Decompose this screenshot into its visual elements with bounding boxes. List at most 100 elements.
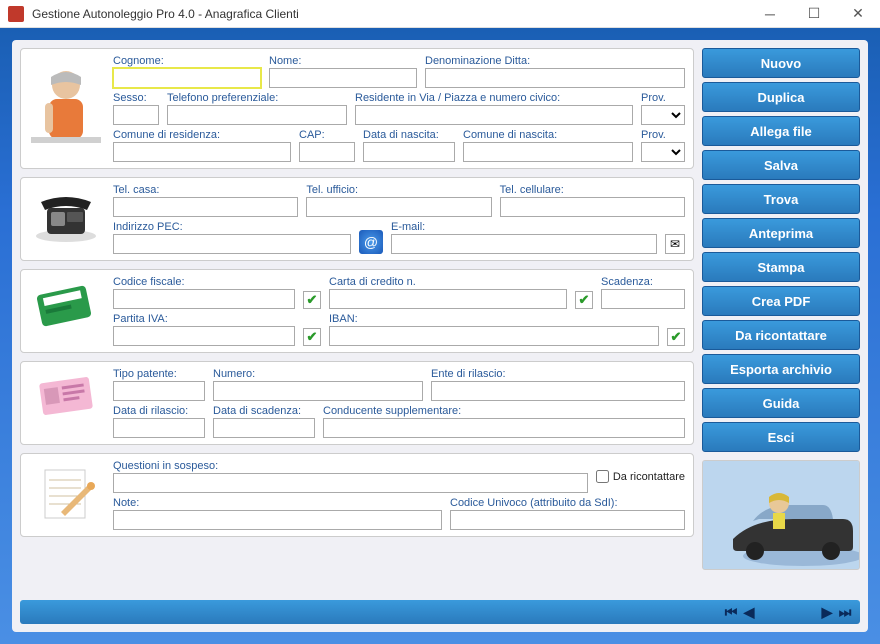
sidebar: Nuovo Duplica Allega file Salva Trova An… <box>702 48 860 594</box>
window-title: Gestione Autonoleggio Pro 4.0 - Anagrafi… <box>32 7 299 21</box>
check-carta-credito[interactable]: ✔ <box>575 291 593 309</box>
label-comune-res: Comune di residenza: <box>113 129 291 141</box>
label-conducente-supp: Conducente supplementare: <box>323 405 685 417</box>
input-denominazione[interactable] <box>425 68 685 88</box>
input-scadenza[interactable] <box>601 289 685 309</box>
label-nome: Nome: <box>269 55 417 67</box>
label-note: Note: <box>113 497 442 509</box>
label-sesso: Sesso: <box>113 92 159 104</box>
label-carta-credito: Carta di credito n. <box>329 276 567 288</box>
input-iban[interactable] <box>329 326 659 346</box>
person-image <box>29 55 103 162</box>
allega-file-button[interactable]: Allega file <box>702 116 860 146</box>
check-iban[interactable]: ✔ <box>667 328 685 346</box>
panel-personal: Cognome: Nome: Denominazione Ditta: <box>20 48 694 169</box>
label-tel-casa: Tel. casa: <box>113 184 298 196</box>
car-image <box>702 460 860 570</box>
label-da-ricontattare-chk: Da ricontattare <box>613 471 685 483</box>
label-comune-nascita: Comune di nascita: <box>463 129 633 141</box>
input-tel-ufficio[interactable] <box>306 197 491 217</box>
trova-button[interactable]: Trova <box>702 184 860 214</box>
license-image <box>29 368 103 438</box>
label-scadenza: Scadenza: <box>601 276 685 288</box>
input-sesso[interactable] <box>113 105 159 125</box>
select-prov1[interactable] <box>641 105 685 125</box>
nav-last-icon[interactable]: ⏭ <box>836 604 854 621</box>
nuovo-button[interactable]: Nuovo <box>702 48 860 78</box>
label-residente: Residente in Via / Piazza e numero civic… <box>355 92 633 104</box>
label-iban: IBAN: <box>329 313 659 325</box>
input-conducente-supp[interactable] <box>323 418 685 438</box>
panel-license: Tipo patente: Numero: Ente di rilascio: <box>20 361 694 445</box>
nav-next-icon[interactable]: ▶ <box>818 604 836 621</box>
stampa-button[interactable]: Stampa <box>702 252 860 282</box>
input-comune-nascita[interactable] <box>463 142 633 162</box>
email-button[interactable]: ✉ <box>665 234 685 254</box>
input-data-nascita[interactable] <box>363 142 455 162</box>
nav-first-icon[interactable]: ⏮ <box>722 604 740 621</box>
label-data-scadenza: Data di scadenza: <box>213 405 315 417</box>
crea-pdf-button[interactable]: Crea PDF <box>702 286 860 316</box>
label-prov2: Prov. <box>641 129 685 141</box>
checkbox-da-ricontattare[interactable] <box>596 470 609 483</box>
duplica-button[interactable]: Duplica <box>702 82 860 112</box>
input-codice-univoco[interactable] <box>450 510 685 530</box>
label-numero: Numero: <box>213 368 423 380</box>
input-questioni[interactable] <box>113 473 588 493</box>
titlebar: Gestione Autonoleggio Pro 4.0 - Anagrafi… <box>0 0 880 28</box>
check-partita-iva[interactable]: ✔ <box>303 328 321 346</box>
salva-button[interactable]: Salva <box>702 150 860 180</box>
input-tel-casa[interactable] <box>113 197 298 217</box>
select-prov2[interactable] <box>641 142 685 162</box>
label-cap: CAP: <box>299 129 355 141</box>
input-tipo-patente[interactable] <box>113 381 205 401</box>
input-data-rilascio[interactable] <box>113 418 205 438</box>
label-tel-cell: Tel. cellulare: <box>500 184 685 196</box>
anteprima-button[interactable]: Anteprima <box>702 218 860 248</box>
label-partita-iva: Partita IVA: <box>113 313 295 325</box>
input-ente[interactable] <box>431 381 685 401</box>
input-carta-credito[interactable] <box>329 289 567 309</box>
label-codice-fiscale: Codice fiscale: <box>113 276 295 288</box>
input-telefono-pref[interactable] <box>167 105 347 125</box>
label-data-rilascio: Data di rilascio: <box>113 405 205 417</box>
input-data-scadenza[interactable] <box>213 418 315 438</box>
label-tel-ufficio: Tel. ufficio: <box>306 184 491 196</box>
input-nome[interactable] <box>269 68 417 88</box>
label-data-nascita: Data di nascita: <box>363 129 455 141</box>
nav-prev-icon[interactable]: ◀ <box>740 604 758 621</box>
check-codice-fiscale[interactable]: ✔ <box>303 291 321 309</box>
input-partita-iva[interactable] <box>113 326 295 346</box>
app-icon <box>8 6 24 22</box>
close-button[interactable]: ✕ <box>836 0 880 28</box>
minimize-button[interactable]: ─ <box>748 0 792 28</box>
input-tel-cell[interactable] <box>500 197 685 217</box>
label-ente: Ente di rilascio: <box>431 368 685 380</box>
esci-button[interactable]: Esci <box>702 422 860 452</box>
nav-bar: ⏮ ◀ ▶ ⏭ <box>20 600 860 624</box>
input-cap[interactable] <box>299 142 355 162</box>
guida-button[interactable]: Guida <box>702 388 860 418</box>
label-cognome: Cognome: <box>113 55 261 67</box>
label-questioni: Questioni in sospeso: <box>113 460 588 472</box>
input-note[interactable] <box>113 510 442 530</box>
input-cognome[interactable] <box>113 68 261 88</box>
label-prov1: Prov. <box>641 92 685 104</box>
notes-image <box>29 460 103 530</box>
input-comune-res[interactable] <box>113 142 291 162</box>
phone-image <box>29 184 103 254</box>
maximize-button[interactable]: ☐ <box>792 0 836 28</box>
input-pec[interactable] <box>113 234 351 254</box>
da-ricontattare-button[interactable]: Da ricontattare <box>702 320 860 350</box>
label-pec: Indirizzo PEC: <box>113 221 351 233</box>
input-email[interactable] <box>391 234 657 254</box>
card-image <box>29 276 103 346</box>
esporta-archivio-button[interactable]: Esporta archivio <box>702 354 860 384</box>
label-codice-univoco: Codice Univoco (attribuito da SdI): <box>450 497 685 509</box>
input-numero[interactable] <box>213 381 423 401</box>
panel-fiscal: Codice fiscale: ✔ Carta di credito n. ✔ … <box>20 269 694 353</box>
label-tipo-patente: Tipo patente: <box>113 368 205 380</box>
input-codice-fiscale[interactable] <box>113 289 295 309</box>
input-residente[interactable] <box>355 105 633 125</box>
email-icon: @ <box>359 230 383 254</box>
